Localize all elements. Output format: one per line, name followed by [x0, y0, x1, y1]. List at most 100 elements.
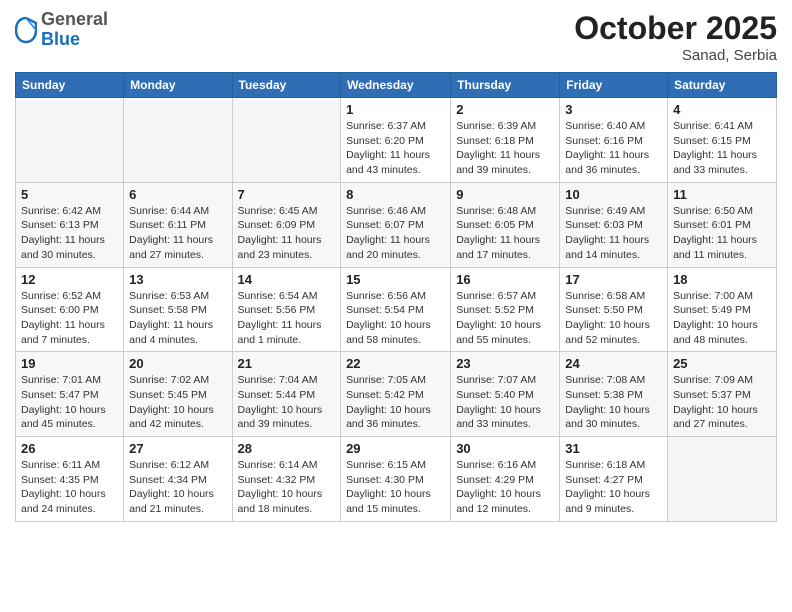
- calendar-day-cell: 4Sunrise: 6:41 AM Sunset: 6:15 PM Daylig…: [668, 98, 777, 183]
- col-monday: Monday: [124, 73, 232, 98]
- day-info: Sunrise: 6:50 AM Sunset: 6:01 PM Dayligh…: [673, 204, 771, 263]
- day-info: Sunrise: 6:52 AM Sunset: 6:00 PM Dayligh…: [21, 289, 118, 348]
- calendar-day-cell: 22Sunrise: 7:05 AM Sunset: 5:42 PM Dayli…: [341, 352, 451, 437]
- day-number: 30: [456, 441, 554, 456]
- calendar-week-row: 19 Sunrise: 7:01 AM Sunset: 5:47 PM Dayli…: [16, 352, 777, 437]
- day-number: 16: [456, 272, 554, 287]
- logo-icon: [15, 16, 37, 44]
- day-number: 11: [673, 187, 771, 202]
- day-info: Sunrise: 7:04 AM Sunset: 5:44 PM Dayligh…: [238, 373, 336, 432]
- calendar-day-cell: 19 Sunrise: 7:01 AM Sunset: 5:47 PM Dayli…: [16, 352, 124, 437]
- day-number: 13: [129, 272, 226, 287]
- calendar-day-cell: 24 Sunrise: 7:08 AM Sunset: 5:38 PM Dayli…: [560, 352, 668, 437]
- calendar-day-cell: 2Sunrise: 6:39 AM Sunset: 6:18 PM Daylig…: [451, 98, 560, 183]
- calendar-day-cell: 25 Sunrise: 7:09 AM Sunset: 5:37 PM Dayli…: [668, 352, 777, 437]
- day-number: 27: [129, 441, 226, 456]
- calendar-week-row: 5Sunrise: 6:42 AM Sunset: 6:13 PM Daylig…: [16, 182, 777, 267]
- day-info: Sunrise: 7:02 AM Sunset: 5:45 PM Dayligh…: [129, 373, 226, 432]
- calendar-day-cell: 17Sunrise: 6:58 AM Sunset: 5:50 PM Dayli…: [560, 267, 668, 352]
- calendar-day-cell: 27 Sunrise: 6:12 AM Sunset: 4:34 PM Dayli…: [124, 437, 232, 522]
- month-title: October 2025: [574, 10, 777, 47]
- day-info: Sunrise: 6:57 AM Sunset: 5:52 PM Dayligh…: [456, 289, 554, 348]
- day-info: Sunrise: 7:09 AM Sunset: 5:37 PM Dayligh…: [673, 373, 771, 432]
- day-number: 29: [346, 441, 445, 456]
- day-info: Sunrise: 7:01 AM Sunset: 5:47 PM Dayligh…: [21, 373, 118, 432]
- day-info: Sunrise: 6:15 AM Sunset: 4:30 PM Dayligh…: [346, 458, 445, 517]
- logo: General Blue: [15, 10, 108, 50]
- calendar-day-cell: 14Sunrise: 6:54 AM Sunset: 5:56 PM Dayli…: [232, 267, 341, 352]
- day-number: 26: [21, 441, 118, 456]
- logo-blue: Blue: [41, 30, 108, 50]
- calendar-day-cell: 6 Sunrise: 6:44 AM Sunset: 6:11 PM Daylig…: [124, 182, 232, 267]
- calendar-day-cell: 26 Sunrise: 6:11 AM Sunset: 4:35 PM Dayli…: [16, 437, 124, 522]
- calendar-body: 1 Sunrise: 6:37 AM Sunset: 6:20 PM Daylig…: [16, 98, 777, 522]
- calendar-day-cell: 12Sunrise: 6:52 AM Sunset: 6:00 PM Dayli…: [16, 267, 124, 352]
- day-info: Sunrise: 6:48 AM Sunset: 6:05 PM Dayligh…: [456, 204, 554, 263]
- calendar-day-cell: 31 Sunrise: 6:18 AM Sunset: 4:27 PM Dayli…: [560, 437, 668, 522]
- day-number: 23: [456, 356, 554, 371]
- day-info: Sunrise: 7:07 AM Sunset: 5:40 PM Dayligh…: [456, 373, 554, 432]
- day-info: Sunrise: 7:00 AM Sunset: 5:49 PM Dayligh…: [673, 289, 771, 348]
- day-number: 19: [21, 356, 118, 371]
- calendar-day-cell: [668, 437, 777, 522]
- day-info: Sunrise: 6:46 AM Sunset: 6:07 PM Dayligh…: [346, 204, 445, 263]
- day-info: Sunrise: 6:39 AM Sunset: 6:18 PM Dayligh…: [456, 119, 554, 178]
- calendar-day-cell: [124, 98, 232, 183]
- day-number: 7: [238, 187, 336, 202]
- col-thursday: Thursday: [451, 73, 560, 98]
- day-info: Sunrise: 6:12 AM Sunset: 4:34 PM Dayligh…: [129, 458, 226, 517]
- col-wednesday: Wednesday: [341, 73, 451, 98]
- day-info: Sunrise: 6:44 AM Sunset: 6:11 PM Dayligh…: [129, 204, 226, 263]
- day-info: Sunrise: 6:56 AM Sunset: 5:54 PM Dayligh…: [346, 289, 445, 348]
- day-info: Sunrise: 6:37 AM Sunset: 6:20 PM Dayligh…: [346, 119, 445, 178]
- calendar-day-cell: 16 Sunrise: 6:57 AM Sunset: 5:52 PM Dayli…: [451, 267, 560, 352]
- calendar-day-cell: 9Sunrise: 6:48 AM Sunset: 6:05 PM Daylig…: [451, 182, 560, 267]
- day-number: 15: [346, 272, 445, 287]
- day-info: Sunrise: 6:18 AM Sunset: 4:27 PM Dayligh…: [565, 458, 662, 517]
- day-number: 20: [129, 356, 226, 371]
- calendar-day-cell: 11 Sunrise: 6:50 AM Sunset: 6:01 PM Dayli…: [668, 182, 777, 267]
- calendar-header-row: Sunday Monday Tuesday Wednesday Thursday…: [16, 73, 777, 98]
- col-saturday: Saturday: [668, 73, 777, 98]
- calendar-day-cell: 23 Sunrise: 7:07 AM Sunset: 5:40 PM Dayli…: [451, 352, 560, 437]
- day-number: 31: [565, 441, 662, 456]
- calendar-week-row: 26 Sunrise: 6:11 AM Sunset: 4:35 PM Dayli…: [16, 437, 777, 522]
- calendar-day-cell: 15 Sunrise: 6:56 AM Sunset: 5:54 PM Dayli…: [341, 267, 451, 352]
- day-number: 10: [565, 187, 662, 202]
- day-number: 8: [346, 187, 445, 202]
- page-container: General Blue October 2025 Sanad, Serbia …: [0, 0, 792, 532]
- day-info: Sunrise: 6:58 AM Sunset: 5:50 PM Dayligh…: [565, 289, 662, 348]
- day-info: Sunrise: 6:11 AM Sunset: 4:35 PM Dayligh…: [21, 458, 118, 517]
- calendar-day-cell: 7 Sunrise: 6:45 AM Sunset: 6:09 PM Daylig…: [232, 182, 341, 267]
- calendar-day-cell: 5Sunrise: 6:42 AM Sunset: 6:13 PM Daylig…: [16, 182, 124, 267]
- day-number: 6: [129, 187, 226, 202]
- location: Sanad, Serbia: [574, 47, 777, 64]
- calendar-day-cell: 3 Sunrise: 6:40 AM Sunset: 6:16 PM Daylig…: [560, 98, 668, 183]
- col-tuesday: Tuesday: [232, 73, 341, 98]
- day-number: 24: [565, 356, 662, 371]
- calendar-day-cell: [16, 98, 124, 183]
- logo-text: General Blue: [41, 10, 108, 50]
- calendar-day-cell: 18 Sunrise: 7:00 AM Sunset: 5:49 PM Dayli…: [668, 267, 777, 352]
- logo-general: General: [41, 10, 108, 30]
- day-number: 25: [673, 356, 771, 371]
- calendar-day-cell: 29 Sunrise: 6:15 AM Sunset: 4:30 PM Dayli…: [341, 437, 451, 522]
- calendar-table: Sunday Monday Tuesday Wednesday Thursday…: [15, 72, 777, 522]
- calendar-day-cell: 8 Sunrise: 6:46 AM Sunset: 6:07 PM Daylig…: [341, 182, 451, 267]
- day-info: Sunrise: 6:40 AM Sunset: 6:16 PM Dayligh…: [565, 119, 662, 178]
- day-info: Sunrise: 6:49 AM Sunset: 6:03 PM Dayligh…: [565, 204, 662, 263]
- calendar-day-cell: 10 Sunrise: 6:49 AM Sunset: 6:03 PM Dayli…: [560, 182, 668, 267]
- col-friday: Friday: [560, 73, 668, 98]
- col-sunday: Sunday: [16, 73, 124, 98]
- day-number: 1: [346, 102, 445, 117]
- day-number: 3: [565, 102, 662, 117]
- calendar-day-cell: 13Sunrise: 6:53 AM Sunset: 5:58 PM Dayli…: [124, 267, 232, 352]
- day-info: Sunrise: 6:41 AM Sunset: 6:15 PM Dayligh…: [673, 119, 771, 178]
- day-info: Sunrise: 7:05 AM Sunset: 5:42 PM Dayligh…: [346, 373, 445, 432]
- calendar-day-cell: 1 Sunrise: 6:37 AM Sunset: 6:20 PM Daylig…: [341, 98, 451, 183]
- calendar-day-cell: 28Sunrise: 6:14 AM Sunset: 4:32 PM Dayli…: [232, 437, 341, 522]
- day-info: Sunrise: 7:08 AM Sunset: 5:38 PM Dayligh…: [565, 373, 662, 432]
- day-number: 18: [673, 272, 771, 287]
- day-info: Sunrise: 6:42 AM Sunset: 6:13 PM Dayligh…: [21, 204, 118, 263]
- day-info: Sunrise: 6:45 AM Sunset: 6:09 PM Dayligh…: [238, 204, 336, 263]
